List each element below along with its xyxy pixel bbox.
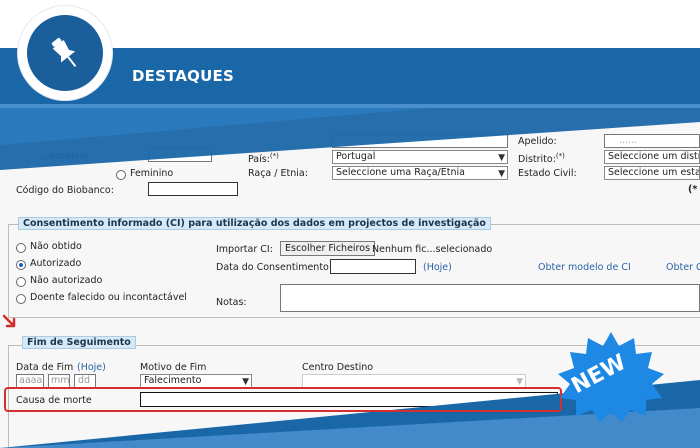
consent-legend: Consentimento informado (CI) para utiliz… xyxy=(18,217,491,230)
banner-badge-inner xyxy=(27,15,103,91)
year-field[interactable]: aaaa xyxy=(16,374,44,388)
estado-civil-label: Estado Civil: xyxy=(518,168,577,179)
consent-option-label: Doente falecido ou incontactável xyxy=(30,292,187,303)
consent-radio-nao-obtido[interactable] xyxy=(16,243,26,253)
chevron-down-icon: ▼ xyxy=(498,153,505,163)
biobanco-field[interactable] xyxy=(148,182,238,196)
pais-select[interactable]: Portugal ▼ xyxy=(332,150,508,164)
consent-radio-falecido[interactable] xyxy=(16,294,26,304)
feminino-radio[interactable] xyxy=(116,170,126,180)
obter-modelo-ci-link[interactable]: Obter modelo de CI xyxy=(538,262,631,273)
obter-ci-link[interactable]: Obter C xyxy=(666,262,700,273)
nascimento-field[interactable] xyxy=(148,148,212,162)
motivo-fim-label: Motivo de Fim xyxy=(140,362,207,373)
consent-radio-nao-autorizado[interactable] xyxy=(16,277,26,287)
consent-option-label: Não autorizado xyxy=(30,275,103,286)
divider xyxy=(0,108,700,109)
importar-ci-label: Importar CI: xyxy=(216,244,273,255)
day-field[interactable]: dd xyxy=(74,374,96,388)
hoje-link[interactable]: (Hoje) xyxy=(423,262,452,273)
distrito-label: Distrito:(*) xyxy=(518,152,565,166)
highlight-box xyxy=(4,387,562,412)
apelido-label: Apelido: xyxy=(518,136,557,147)
raca-select[interactable]: Seleccione uma Raça/Etnia ▼ xyxy=(332,166,508,180)
centro-destino-label: Centro Destino xyxy=(302,362,374,373)
consent-option-label: Não obtido xyxy=(30,241,82,252)
data-consentimento-field[interactable] xyxy=(330,259,416,274)
estado-civil-select[interactable]: Seleccione um esta xyxy=(604,166,700,180)
nome-field[interactable] xyxy=(332,134,508,148)
chevron-down-icon: ▼ xyxy=(498,169,505,179)
consent-radio-autorizado[interactable] xyxy=(16,260,26,270)
pais-label: País:(*) xyxy=(248,152,279,166)
data-consentimento-label: Data do Consentimento: xyxy=(216,262,333,273)
raca-label: Raça / Etnia: xyxy=(248,168,308,179)
required-mark: (* xyxy=(688,184,698,195)
data-fim-label: Data de Fim xyxy=(16,362,74,373)
month-field[interactable]: mm xyxy=(48,374,70,388)
feminino-label: Feminino xyxy=(130,168,174,179)
centro-destino-select[interactable]: ▼ xyxy=(302,374,526,388)
consent-option-label: Autorizado xyxy=(30,258,82,269)
followup-legend: Fim de Seguimento xyxy=(22,336,136,349)
choose-files-button[interactable]: Escolher Ficheiros xyxy=(280,241,376,256)
motivo-fim-select[interactable]: Falecimento ▼ xyxy=(140,374,252,388)
sexo-masculino-label: ...asculino xyxy=(40,151,89,162)
hoje-fim-link[interactable]: (Hoje) xyxy=(77,362,106,373)
banner-badge xyxy=(18,6,112,100)
pushpin-icon xyxy=(51,37,77,68)
banner-title: DESTAQUES xyxy=(132,67,234,85)
pointer-arrow-icon xyxy=(2,314,16,328)
apelido-field[interactable]: ...... xyxy=(604,134,700,148)
distrito-select[interactable]: Seleccione um distri xyxy=(604,150,700,164)
no-file-text: Nenhum fic...selecionado xyxy=(372,244,493,255)
notas-label: Notas: xyxy=(216,297,247,308)
biobanco-label: Código do Biobanco: xyxy=(16,185,114,196)
notas-textarea[interactable] xyxy=(280,284,700,312)
